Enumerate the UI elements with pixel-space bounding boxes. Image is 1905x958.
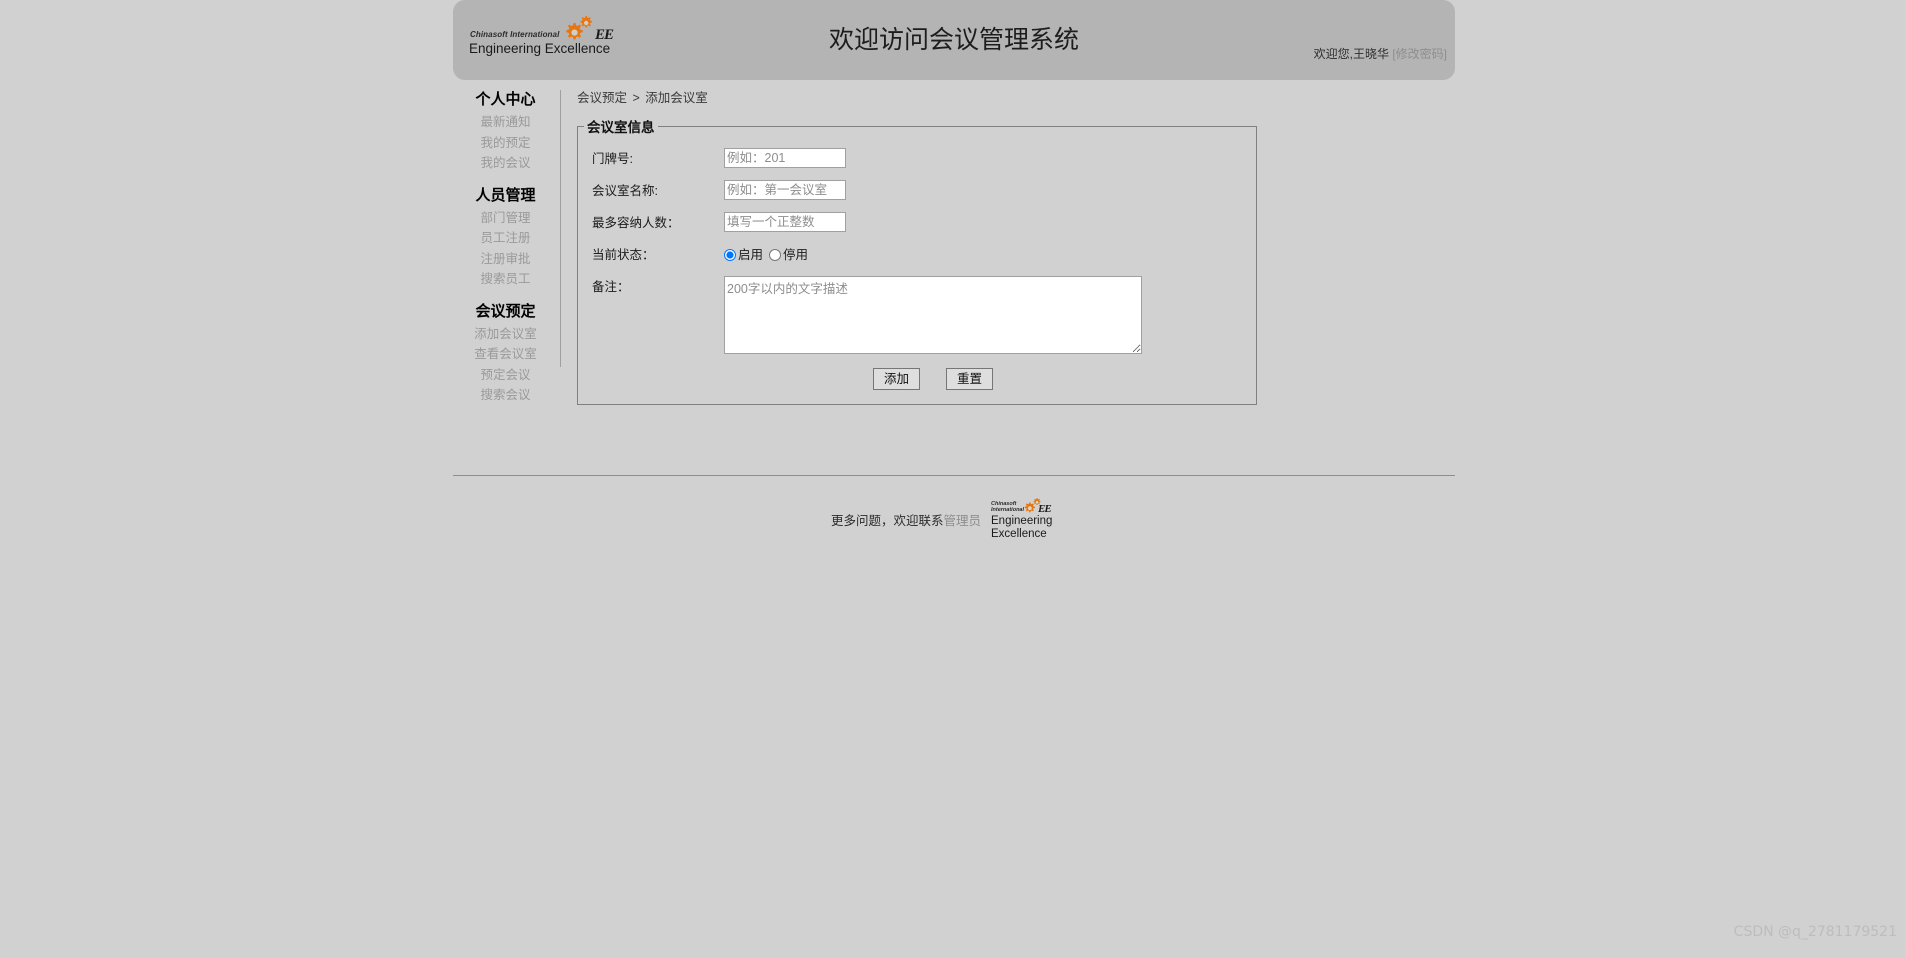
remark-textarea[interactable] bbox=[724, 276, 1142, 354]
label-room-name: 会议室名称: bbox=[592, 184, 658, 198]
main-body: 个人中心 最新通知 我的预定 我的会议 人员管理 部门管理 员工注册 注册审批 … bbox=[453, 90, 1455, 465]
room-number-input[interactable] bbox=[724, 148, 846, 168]
breadcrumb-current: 添加会议室 bbox=[645, 91, 708, 105]
capacity-input[interactable] bbox=[724, 212, 846, 232]
nav-group-personal: 个人中心 最新通知 我的预定 我的会议 bbox=[453, 90, 558, 174]
reset-button[interactable]: 重置 bbox=[946, 368, 994, 390]
change-password-link[interactable]: [修改密码] bbox=[1392, 47, 1447, 61]
status-radio-disabled[interactable] bbox=[769, 249, 782, 261]
status-radio-group: 启用 停用 bbox=[724, 244, 814, 266]
footer-logo: Chinasoft International EE Engineering E… bbox=[991, 498, 1053, 540]
nav-group-title-personal: 个人中心 bbox=[475, 91, 536, 108]
room-info-fieldset: 会议室信息 门牌号: 会议室名称: 最多容纳人数： 当前状态： bbox=[577, 116, 1257, 405]
sidebar-item-view-rooms[interactable]: 查看会议室 bbox=[453, 344, 558, 365]
sidebar-item-department-manage[interactable]: 部门管理 bbox=[453, 208, 558, 229]
breadcrumb-separator: > bbox=[632, 91, 640, 105]
site-header: Chinasoft International Engineering Exce… bbox=[453, 0, 1455, 80]
sidebar-item-search-employee[interactable]: 搜索员工 bbox=[453, 269, 558, 290]
field-row-room-number: 门牌号: bbox=[578, 148, 1256, 170]
status-radio-enabled[interactable] bbox=[724, 249, 736, 261]
footer-logo-ee-mark: EE bbox=[1038, 503, 1052, 515]
welcome-prefix: 欢迎您, bbox=[1313, 47, 1353, 61]
label-remark: 备注： bbox=[592, 280, 630, 294]
csdn-watermark: CSDN @q_2781179521 bbox=[1733, 924, 1897, 940]
footer-inner: 更多问题，欢迎联系管理员 Chinasoft International EE … bbox=[831, 498, 1053, 540]
fieldset-legend: 会议室信息 bbox=[587, 120, 655, 135]
nav-group-personnel: 人员管理 部门管理 员工注册 注册审批 搜索员工 bbox=[453, 186, 558, 290]
footer-admin-link[interactable]: 管理员 bbox=[944, 514, 982, 528]
site-footer: 更多问题，欢迎联系管理员 Chinasoft International EE … bbox=[453, 484, 1455, 554]
breadcrumb-parent[interactable]: 会议预定 bbox=[577, 91, 627, 105]
footer-logo-company: Chinasoft International bbox=[991, 501, 1025, 513]
page-wrapper: Chinasoft International Engineering Exce… bbox=[453, 0, 1455, 554]
sidebar-item-register-approval[interactable]: 注册审批 bbox=[453, 249, 558, 270]
room-name-input[interactable] bbox=[724, 180, 846, 200]
field-row-room-name: 会议室名称: bbox=[578, 180, 1256, 202]
breadcrumb: 会议预定 > 添加会议室 bbox=[577, 90, 1455, 106]
sidebar-divider bbox=[560, 90, 561, 367]
footer-logo-tagline: Engineering Excellence bbox=[991, 515, 1052, 540]
footer-contact-text: 更多问题，欢迎联系管理员 bbox=[831, 510, 981, 529]
status-label-enabled[interactable]: 启用 bbox=[738, 244, 763, 266]
label-status: 当前状态： bbox=[592, 248, 655, 262]
sidebar-item-my-bookings[interactable]: 我的预定 bbox=[453, 133, 558, 154]
nav-group-booking: 会议预定 添加会议室 查看会议室 预定会议 搜索会议 bbox=[453, 302, 558, 406]
footer-logo-company-line2: International bbox=[991, 507, 1025, 513]
current-user-name: 王晓华 bbox=[1352, 47, 1389, 61]
sidebar-nav: 个人中心 最新通知 我的预定 我的会议 人员管理 部门管理 员工注册 注册审批 … bbox=[453, 90, 558, 406]
sidebar-item-my-meetings[interactable]: 我的会议 bbox=[453, 153, 558, 174]
sidebar-item-latest-notice[interactable]: 最新通知 bbox=[453, 112, 558, 133]
nav-group-title-booking: 会议预定 bbox=[475, 302, 536, 320]
sidebar-item-employee-register[interactable]: 员工注册 bbox=[453, 228, 558, 249]
footer-text-prefix: 更多问题，欢迎联系 bbox=[830, 513, 944, 528]
field-row-remark: 备注： bbox=[578, 276, 1256, 354]
submit-button[interactable]: 添加 bbox=[872, 368, 920, 390]
footer-logo-tagline-line2: Excellence bbox=[991, 527, 1047, 540]
sidebar-item-search-meeting[interactable]: 搜索会议 bbox=[453, 385, 558, 406]
field-row-status: 当前状态： 启用 停用 bbox=[578, 244, 1256, 266]
footer-logo-tagline-line1: Engineering bbox=[991, 515, 1053, 527]
label-capacity: 最多容纳人数： bbox=[592, 216, 680, 230]
sidebar-item-add-room[interactable]: 添加会议室 bbox=[453, 324, 558, 345]
welcome-bar: 欢迎您,王晓华 [修改密码] bbox=[1314, 45, 1447, 62]
content-area: 会议预定 > 添加会议室 会议室信息 门牌号: 会议室名称: 最多容纳人数： bbox=[577, 90, 1455, 405]
form-actions: 添加 重置 bbox=[578, 368, 1142, 390]
field-row-capacity: 最多容纳人数： bbox=[578, 212, 1256, 234]
footer-divider bbox=[453, 475, 1455, 476]
page-title: 欢迎访问会议管理系统 bbox=[828, 25, 1079, 54]
sidebar-item-book-meeting[interactable]: 预定会议 bbox=[453, 365, 558, 386]
status-label-disabled[interactable]: 停用 bbox=[783, 244, 808, 266]
label-room-number: 门牌号: bbox=[592, 152, 633, 166]
nav-group-title-personnel: 人员管理 bbox=[475, 186, 536, 204]
